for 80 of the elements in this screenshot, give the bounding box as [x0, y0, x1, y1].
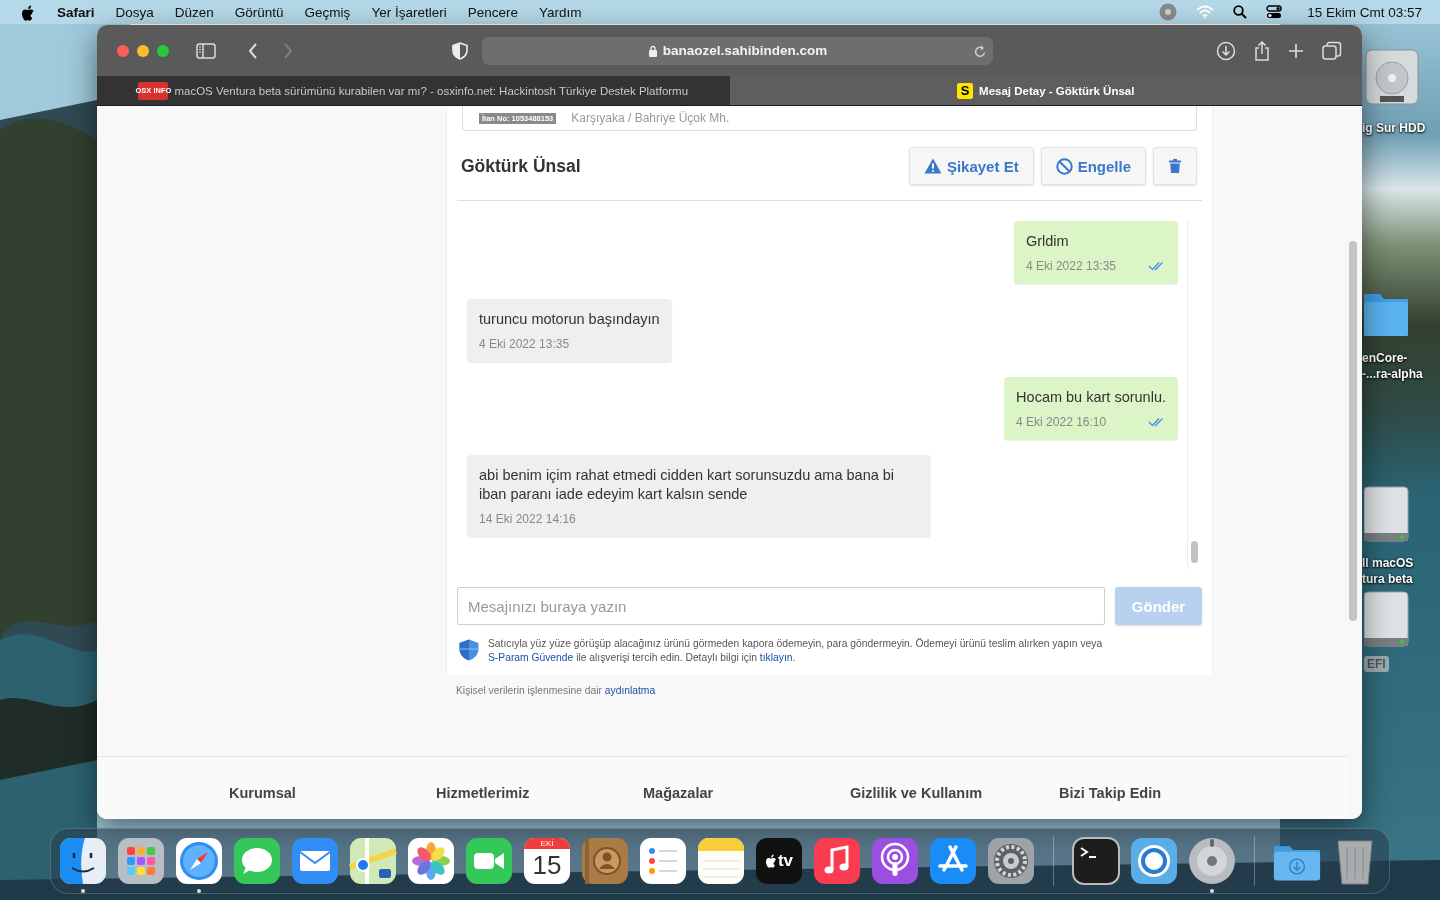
apple-logo-icon[interactable]: [21, 3, 35, 21]
safety-notice: Satıcıyla yüz yüze görüşüp alacağınız ürünü görmeden kapora ödemeyin, para göndermeyin. Ödemeyi ürünü teslim alırken yapın veya S-Param Güvende ile alışverişi tercih edin. Detaylı bilgi için tıklayın.: [488, 637, 1104, 665]
menu-item[interactable]: Yer İşaretleri: [371, 4, 447, 20]
tv-icon[interactable]: tv: [756, 838, 802, 884]
contact-name: Göktürk Ünsal: [461, 155, 581, 177]
footer-heading: Bizi Takip Edin: [1059, 785, 1163, 801]
message-time: 14 Eki 2022 14:16: [479, 512, 576, 526]
control-center-icon[interactable]: [1266, 5, 1283, 19]
map-icon[interactable]: [349, 837, 397, 885]
back-icon[interactable]: [248, 42, 258, 59]
notepad-icon[interactable]: [697, 837, 745, 885]
address-field[interactable]: banaozel.sahibinden.com: [482, 36, 993, 65]
privacy-note: Kişisel verilerin işlenmesine dair aydınlatma: [456, 685, 657, 696]
footer-heading: Gizlilik ve Kullanım: [850, 785, 984, 801]
footer-heading: Mağazalar: [643, 785, 715, 801]
message-text: turuncu motorun başındayın: [479, 310, 660, 329]
tv-label: tv: [777, 851, 794, 871]
trash-can-icon[interactable]: [1335, 837, 1375, 885]
message-time: 4 Eki 2022 13:35: [479, 337, 570, 351]
minimize-button[interactable]: [137, 44, 149, 57]
download-icon[interactable]: [1216, 40, 1236, 61]
ring-icon[interactable]: [1130, 837, 1178, 885]
share-icon[interactable]: [1254, 40, 1270, 61]
calendar-icon[interactable]: EKİ 15: [524, 838, 570, 884]
scrollbar-thumb[interactable]: [1191, 541, 1198, 563]
zoom-button[interactable]: [157, 44, 169, 57]
tab-title: macOS Ventura beta sürümünü kurabilen var mı? - osxinfo.net: Hackintosh Türkiye Destek Platformu: [174, 84, 689, 97]
apple-logo-icon: [764, 854, 777, 868]
link[interactable]: aydınlatma: [604, 685, 656, 696]
footer-heading: Kurumsal: [229, 785, 297, 801]
warning-icon: [923, 158, 942, 174]
message-input[interactable]: Mesajınızı buraya yazın: [457, 587, 1105, 625]
envelope-icon[interactable]: [291, 837, 339, 885]
message-text: Hocam bu kart sorunlu.: [1016, 388, 1166, 407]
reload-icon[interactable]: [974, 44, 986, 58]
message-time: 4 Eki 2022 13:35: [1025, 259, 1116, 273]
url-text: banaozel.sahibinden.com: [662, 43, 828, 58]
compass-icon[interactable]: [175, 837, 223, 885]
site-logo: S: [957, 82, 974, 99]
message-time: 4 Eki 2022 16:10: [1016, 415, 1107, 429]
menu-item[interactable]: Dosya: [115, 4, 154, 20]
app-store-icon[interactable]: [929, 837, 977, 885]
trash-icon: [1169, 159, 1181, 173]
gear-icon[interactable]: [987, 837, 1035, 885]
menu-item[interactable]: Geçmiş: [304, 4, 351, 20]
disc-icon[interactable]: [1188, 837, 1236, 885]
music-note-icon[interactable]: [813, 837, 861, 885]
shield-icon: [459, 639, 479, 661]
message-text: abi benim içim rahat etmedi cidden kart sorunsuzdu ama bana bi iban paranı iade edeyim kart kalsın sende: [479, 466, 896, 504]
month-label: EKİ: [524, 838, 570, 849]
link[interactable]: S-Param Güvende: [488, 652, 574, 663]
day-label: 15: [532, 849, 562, 881]
tab-title: Mesaj Detay - Göktürk Ünsal: [979, 84, 1135, 97]
sidebar-icon[interactable]: [196, 42, 216, 59]
listing-location: Karşıyaka / Bahriye Üçok Mh.: [571, 111, 730, 125]
menu-item[interactable]: Düzen: [174, 4, 214, 20]
privacy-shield-icon[interactable]: [452, 41, 468, 60]
flower-icon[interactable]: [407, 837, 455, 885]
video-camera-icon[interactable]: [465, 837, 513, 885]
terminal-icon[interactable]: [1072, 837, 1120, 885]
clock[interactable]: 15 Ekim Cmt 03:57: [1307, 4, 1422, 20]
menu-item[interactable]: Pencere: [467, 4, 518, 20]
checklist-icon[interactable]: [639, 837, 687, 885]
block-button[interactable]: Engelle: [1040, 147, 1146, 185]
block-icon: [1055, 157, 1073, 175]
browser-tab[interactable]: S Mesaj Detay - Göktürk Ünsal: [729, 76, 1362, 105]
podcast-icon[interactable]: [871, 837, 919, 885]
delete-button[interactable]: [1153, 147, 1197, 185]
lock-icon: [647, 44, 658, 57]
menu-item[interactable]: Safari: [57, 4, 95, 20]
footer-heading: Hizmetlerimiz: [436, 785, 531, 801]
speech-bubble-icon[interactable]: [233, 837, 281, 885]
address-book-icon[interactable]: [581, 837, 629, 885]
app-grid-icon[interactable]: [117, 837, 165, 885]
menu-item[interactable]: Yardım: [538, 4, 582, 20]
report-button[interactable]: Şikayet Et: [908, 147, 1034, 185]
message-text: Grldim: [1025, 232, 1070, 251]
menu-item[interactable]: Görüntü: [234, 4, 284, 20]
search-icon[interactable]: [1233, 5, 1248, 19]
smiling-face-icon[interactable]: [59, 837, 107, 885]
